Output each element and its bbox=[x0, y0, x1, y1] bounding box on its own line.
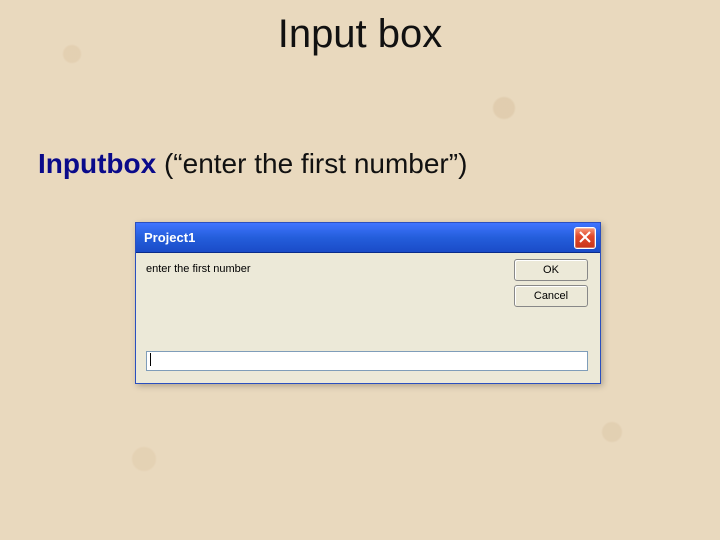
input-field[interactable] bbox=[146, 351, 588, 371]
code-example: Inputbox (“enter the first number”) bbox=[38, 148, 467, 180]
dialog-title: Project1 bbox=[144, 230, 195, 245]
slide-title: Input box bbox=[0, 12, 720, 57]
cancel-button[interactable]: Cancel bbox=[514, 285, 588, 307]
code-arguments: (“enter the first number”) bbox=[156, 148, 467, 179]
dialog-prompt: enter the first number bbox=[146, 263, 466, 275]
ok-button[interactable]: OK bbox=[514, 259, 588, 281]
dialog-client-area: enter the first number OK Cancel bbox=[136, 253, 600, 383]
close-button[interactable] bbox=[574, 227, 596, 249]
text-caret bbox=[150, 353, 151, 366]
dialog-titlebar[interactable]: Project1 bbox=[136, 223, 600, 253]
close-icon bbox=[579, 231, 591, 246]
inputbox-dialog: Project1 enter the first number OK Cance… bbox=[135, 222, 601, 384]
code-function-name: Inputbox bbox=[38, 148, 156, 179]
